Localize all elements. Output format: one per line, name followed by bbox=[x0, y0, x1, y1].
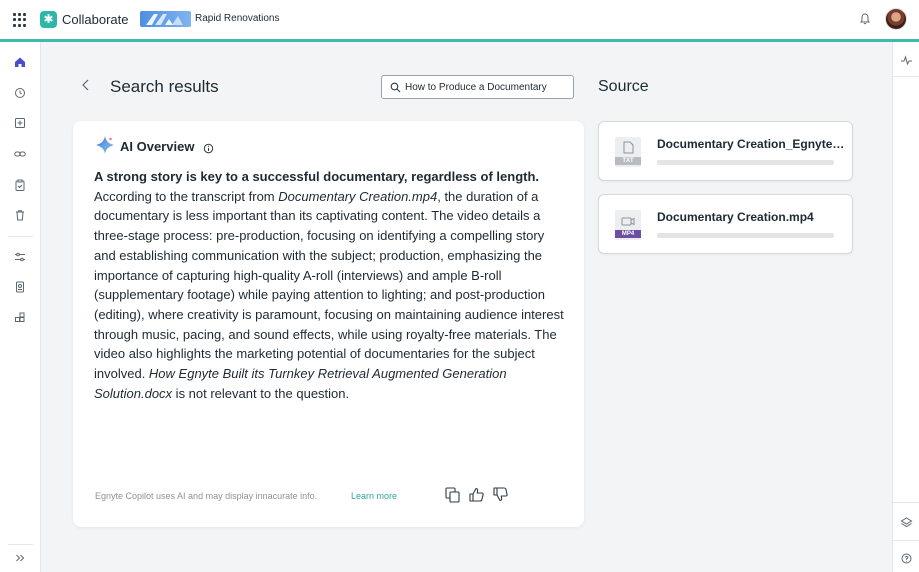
app-launcher-icon[interactable] bbox=[13, 13, 27, 27]
link-icon[interactable] bbox=[13, 147, 27, 161]
double-chevron-right-icon[interactable] bbox=[13, 551, 27, 565]
app-name[interactable]: Collaborate bbox=[62, 12, 129, 27]
learn-more-link[interactable]: Learn more bbox=[351, 491, 397, 501]
top-bar: ✱ Collaborate Rapid Renovations bbox=[0, 0, 919, 39]
file-reference: Documentary Creation.mp4 bbox=[278, 188, 438, 204]
source-placeholder-bar bbox=[657, 233, 834, 238]
source-file-name[interactable]: Documentary Creation_EgnyteTr... bbox=[657, 137, 845, 151]
sliders-icon[interactable] bbox=[13, 250, 27, 264]
trash-icon[interactable] bbox=[13, 208, 27, 222]
thumbs-down-icon[interactable] bbox=[492, 486, 509, 503]
file-type-label: MP4 bbox=[621, 231, 635, 237]
mp4-file-icon: MP4 bbox=[614, 210, 642, 240]
search-icon bbox=[390, 82, 401, 93]
ai-overview-title: AI Overview bbox=[120, 139, 195, 154]
collaborate-logo-icon: ✱ bbox=[40, 11, 57, 28]
ai-overview-text-part: According to the transcript from bbox=[94, 188, 279, 204]
avatar[interactable] bbox=[885, 8, 907, 30]
source-file-name[interactable]: Documentary Creation.mp4 bbox=[657, 210, 845, 224]
sidebar-divider bbox=[8, 236, 33, 237]
help-icon[interactable] bbox=[900, 552, 913, 565]
tenant-name: Rapid Renovations bbox=[195, 13, 280, 24]
sparkle-icon bbox=[95, 135, 115, 155]
home-icon[interactable] bbox=[13, 55, 27, 69]
right-sidebar bbox=[892, 42, 919, 572]
source-title: Source bbox=[598, 78, 649, 95]
layers-icon[interactable] bbox=[900, 516, 913, 529]
copy-icon[interactable] bbox=[444, 486, 461, 503]
file-type-label: TXT bbox=[622, 158, 634, 164]
bell-icon[interactable] bbox=[858, 12, 872, 26]
ai-overview-text-part: , the duration of a documentary is less … bbox=[94, 188, 564, 382]
right-sidebar-divider bbox=[893, 76, 919, 77]
ai-overview-card: AI Overview A strong story is key to a s… bbox=[73, 121, 584, 527]
ai-overview-text-part: is not relevant to the question. bbox=[172, 385, 350, 401]
tenant-logo bbox=[140, 11, 191, 27]
apps-add-icon[interactable] bbox=[13, 311, 27, 325]
info-icon[interactable] bbox=[203, 141, 214, 154]
left-sidebar bbox=[0, 42, 41, 572]
activity-icon[interactable] bbox=[900, 54, 913, 67]
source-item[interactable]: MP4 Documentary Creation.mp4 bbox=[598, 194, 853, 254]
ai-disclaimer: Egnyte Copilot uses AI and may display i… bbox=[95, 491, 318, 501]
right-sidebar-divider bbox=[893, 502, 919, 503]
ai-overview-headline: A strong story is key to a successful do… bbox=[94, 169, 540, 184]
page-title: Search results bbox=[110, 77, 219, 96]
source-item[interactable]: TXT Documentary Creation_EgnyteTr... bbox=[598, 121, 853, 181]
clock-icon[interactable] bbox=[13, 86, 27, 100]
document-badge-icon[interactable] bbox=[13, 280, 27, 294]
back-chevron-icon[interactable] bbox=[80, 78, 92, 92]
upload-icon[interactable] bbox=[13, 116, 27, 130]
clipboard-icon[interactable] bbox=[13, 178, 27, 192]
txt-file-icon: TXT bbox=[614, 137, 642, 167]
thumbs-up-icon[interactable] bbox=[468, 486, 485, 503]
search-box[interactable] bbox=[381, 75, 574, 99]
search-input[interactable] bbox=[405, 79, 569, 95]
right-sidebar-divider bbox=[893, 540, 919, 541]
ai-overview-text: A strong story is key to a successful do… bbox=[94, 167, 569, 403]
header-accent-line bbox=[0, 39, 919, 42]
source-placeholder-bar bbox=[657, 160, 834, 165]
sidebar-divider bbox=[8, 544, 33, 545]
